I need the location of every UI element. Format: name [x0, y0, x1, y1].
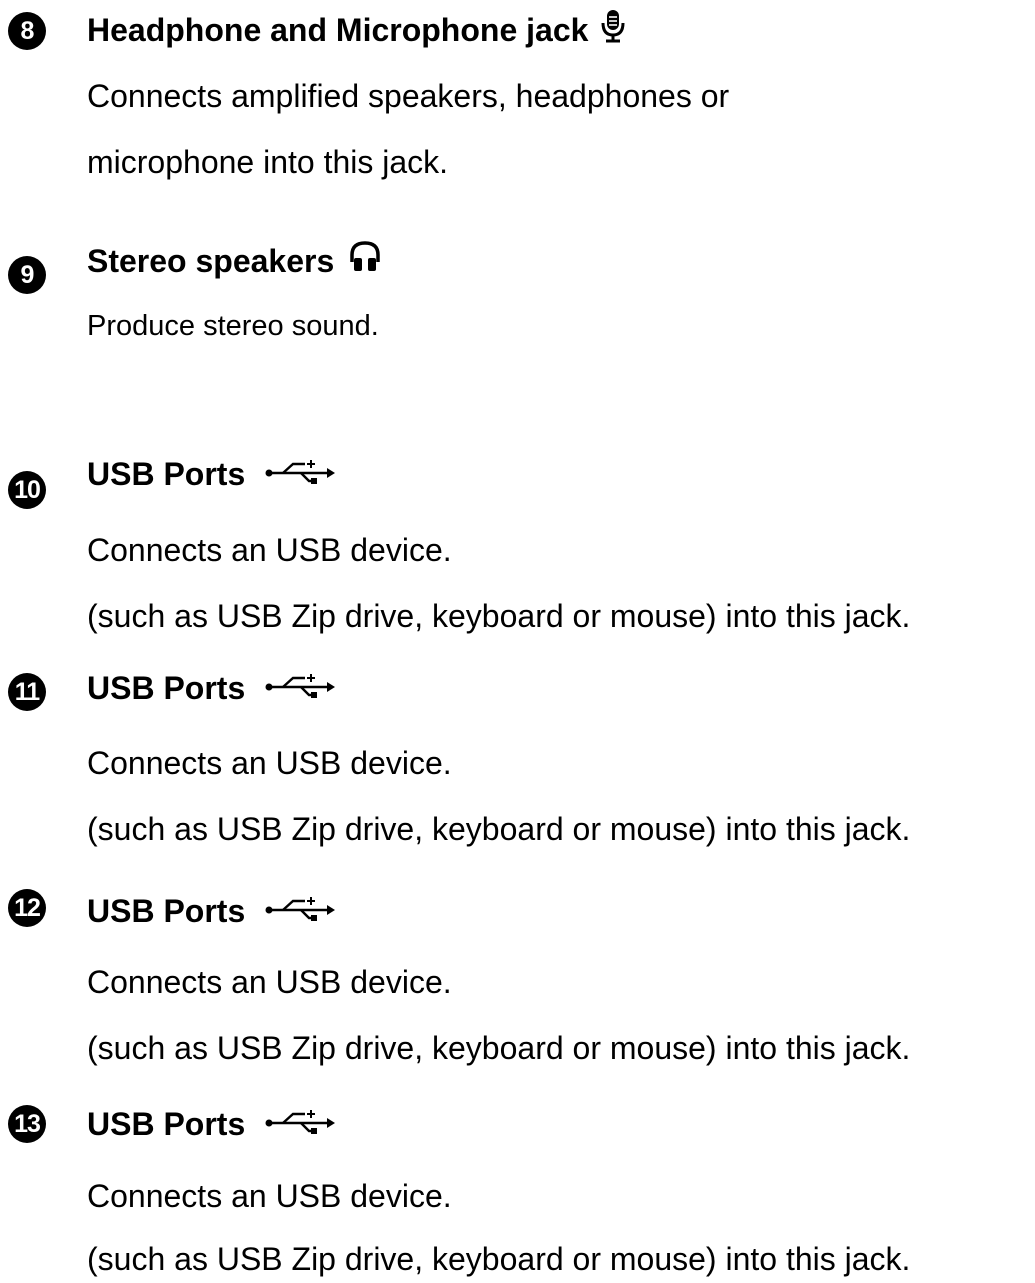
usb-icon	[265, 670, 336, 706]
item-title: Headphone and Microphone jack	[87, 9, 626, 53]
item-title: USB Ports	[87, 456, 336, 495]
item-title: USB Ports	[87, 893, 336, 932]
item-title: USB Ports	[87, 1106, 336, 1145]
item-description: (such as USB Zip drive, keyboard or mous…	[87, 1030, 911, 1066]
number-badge: 12	[8, 889, 46, 927]
usb-icon	[265, 893, 336, 929]
item-title-text: USB Ports	[87, 456, 246, 492]
item-title: USB Ports	[87, 670, 336, 709]
item-title-text: Headphone and Microphone jack	[87, 12, 589, 48]
usb-icon	[265, 456, 336, 492]
number-badge: 11	[8, 673, 46, 711]
item-description: (such as USB Zip drive, keyboard or mous…	[87, 598, 911, 634]
item-title: Stereo speakers	[87, 240, 382, 284]
item-description: Connects an USB device.	[87, 1178, 452, 1214]
item-description: Connects an USB device.	[87, 745, 452, 781]
item-title-text: USB Ports	[87, 893, 246, 929]
usb-icon	[265, 1106, 336, 1142]
item-description: Connects an USB device.	[87, 532, 452, 568]
item-description: Connects amplified speakers, headphones …	[87, 78, 730, 114]
microphone-icon	[600, 9, 626, 50]
item-title-text: USB Ports	[87, 1106, 246, 1142]
item-description: (such as USB Zip drive, keyboard or mous…	[87, 1241, 911, 1277]
number-badge: 13	[8, 1105, 46, 1143]
headphones-icon	[348, 240, 382, 281]
item-description: (such as USB Zip drive, keyboard or mous…	[87, 811, 911, 847]
item-title-text: USB Ports	[87, 670, 246, 706]
number-badge: 9	[8, 256, 46, 294]
number-badge: 8	[8, 12, 46, 50]
item-title-text: Stereo speakers	[87, 243, 335, 279]
number-badge: 10	[8, 471, 46, 509]
item-description: Connects an USB device.	[87, 964, 452, 1000]
item-description: Produce stereo sound.	[87, 310, 379, 342]
item-description: microphone into this jack.	[87, 144, 449, 180]
